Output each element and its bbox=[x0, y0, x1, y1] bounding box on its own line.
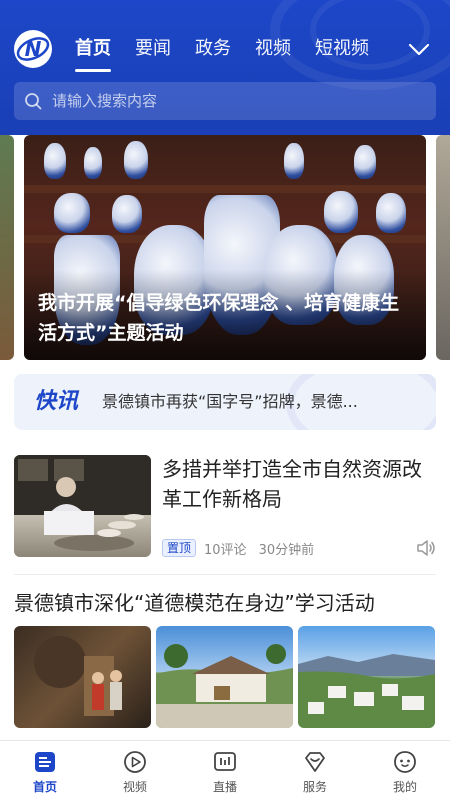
tab-home[interactable]: 首页 bbox=[0, 741, 90, 800]
article-image[interactable] bbox=[14, 626, 151, 728]
nav-tab-short-video[interactable]: 短视频 bbox=[315, 34, 369, 64]
channel-nav: 首页 要闻 政务 视频 短视频 bbox=[75, 34, 393, 72]
banner-prev-slide[interactable] bbox=[0, 135, 14, 360]
pinned-badge: 置顶 bbox=[162, 539, 197, 557]
banner-vase bbox=[324, 191, 358, 233]
profile-icon bbox=[392, 749, 418, 775]
nav-tab-video[interactable]: 视频 bbox=[255, 34, 291, 64]
tab-label: 服务 bbox=[302, 780, 327, 794]
banner-slide[interactable]: 我市开展“倡导绿色环保理念 、培育健康生活方式”主题活动 bbox=[24, 135, 426, 360]
banner-vase bbox=[84, 147, 102, 179]
article-image[interactable] bbox=[298, 626, 435, 728]
play-icon bbox=[122, 749, 148, 775]
channel-logo-icon[interactable]: N bbox=[14, 30, 52, 68]
comment-count: 10评论 bbox=[204, 542, 247, 558]
tab-video[interactable]: 视频 bbox=[90, 741, 180, 800]
banner-vase bbox=[44, 143, 66, 179]
app-header: N 首页 要闻 政务 视频 短视频 bbox=[0, 0, 450, 135]
banner-caption: 我市开展“倡导绿色环保理念 、培育健康生活方式”主题活动 bbox=[38, 292, 400, 344]
banner-next-slide[interactable] bbox=[436, 135, 450, 360]
tab-label: 我的 bbox=[392, 780, 417, 794]
chevron-down-icon[interactable] bbox=[406, 36, 432, 62]
home-icon bbox=[32, 749, 58, 775]
banner-vase bbox=[124, 141, 148, 179]
banner-vase bbox=[112, 195, 142, 233]
article-meta: 置顶 10评论 30分钟前 bbox=[162, 538, 326, 558]
banner-vase bbox=[54, 193, 90, 233]
article-image[interactable] bbox=[156, 626, 293, 728]
banner-vase bbox=[354, 145, 376, 179]
nav-tab-government[interactable]: 政务 bbox=[195, 34, 231, 64]
banner-shelf bbox=[24, 185, 426, 193]
article-title[interactable]: 景德镇市深化“道德模范在身边”学习活动 bbox=[14, 588, 436, 618]
flash-news-bar[interactable]: 快讯 景德镇市再获“国字号”招牌，景德... bbox=[14, 374, 436, 430]
svg-text:N: N bbox=[25, 37, 42, 61]
tab-label: 直播 bbox=[212, 780, 237, 794]
tab-profile[interactable]: 我的 bbox=[360, 741, 450, 800]
nav-tab-home[interactable]: 首页 bbox=[75, 34, 111, 72]
speaker-icon[interactable] bbox=[416, 539, 436, 561]
banner-vase bbox=[284, 143, 304, 179]
search-icon bbox=[24, 92, 42, 114]
live-icon bbox=[212, 749, 238, 775]
bottom-tab-bar: 首页 视频 直播 服务 我的 bbox=[0, 740, 450, 800]
tab-label: 视频 bbox=[122, 780, 147, 794]
publish-time: 30分钟前 bbox=[258, 542, 315, 558]
divider bbox=[14, 574, 436, 575]
tab-live[interactable]: 直播 bbox=[180, 741, 270, 800]
tab-label: 首页 bbox=[32, 780, 57, 794]
article-title[interactable]: 多措并举打造全市自然资源改革工作新格局 bbox=[162, 454, 432, 514]
nav-tab-headlines[interactable]: 要闻 bbox=[135, 34, 171, 64]
search-bar[interactable] bbox=[14, 82, 436, 120]
search-input[interactable] bbox=[52, 82, 422, 120]
article-thumbnail[interactable] bbox=[14, 455, 151, 557]
banner-vase bbox=[376, 193, 406, 233]
flash-tag: 快讯 bbox=[34, 389, 79, 414]
service-icon bbox=[302, 749, 328, 775]
flash-text: 景德镇市再获“国字号”招牌，景德... bbox=[102, 392, 358, 411]
tab-service[interactable]: 服务 bbox=[270, 741, 360, 800]
